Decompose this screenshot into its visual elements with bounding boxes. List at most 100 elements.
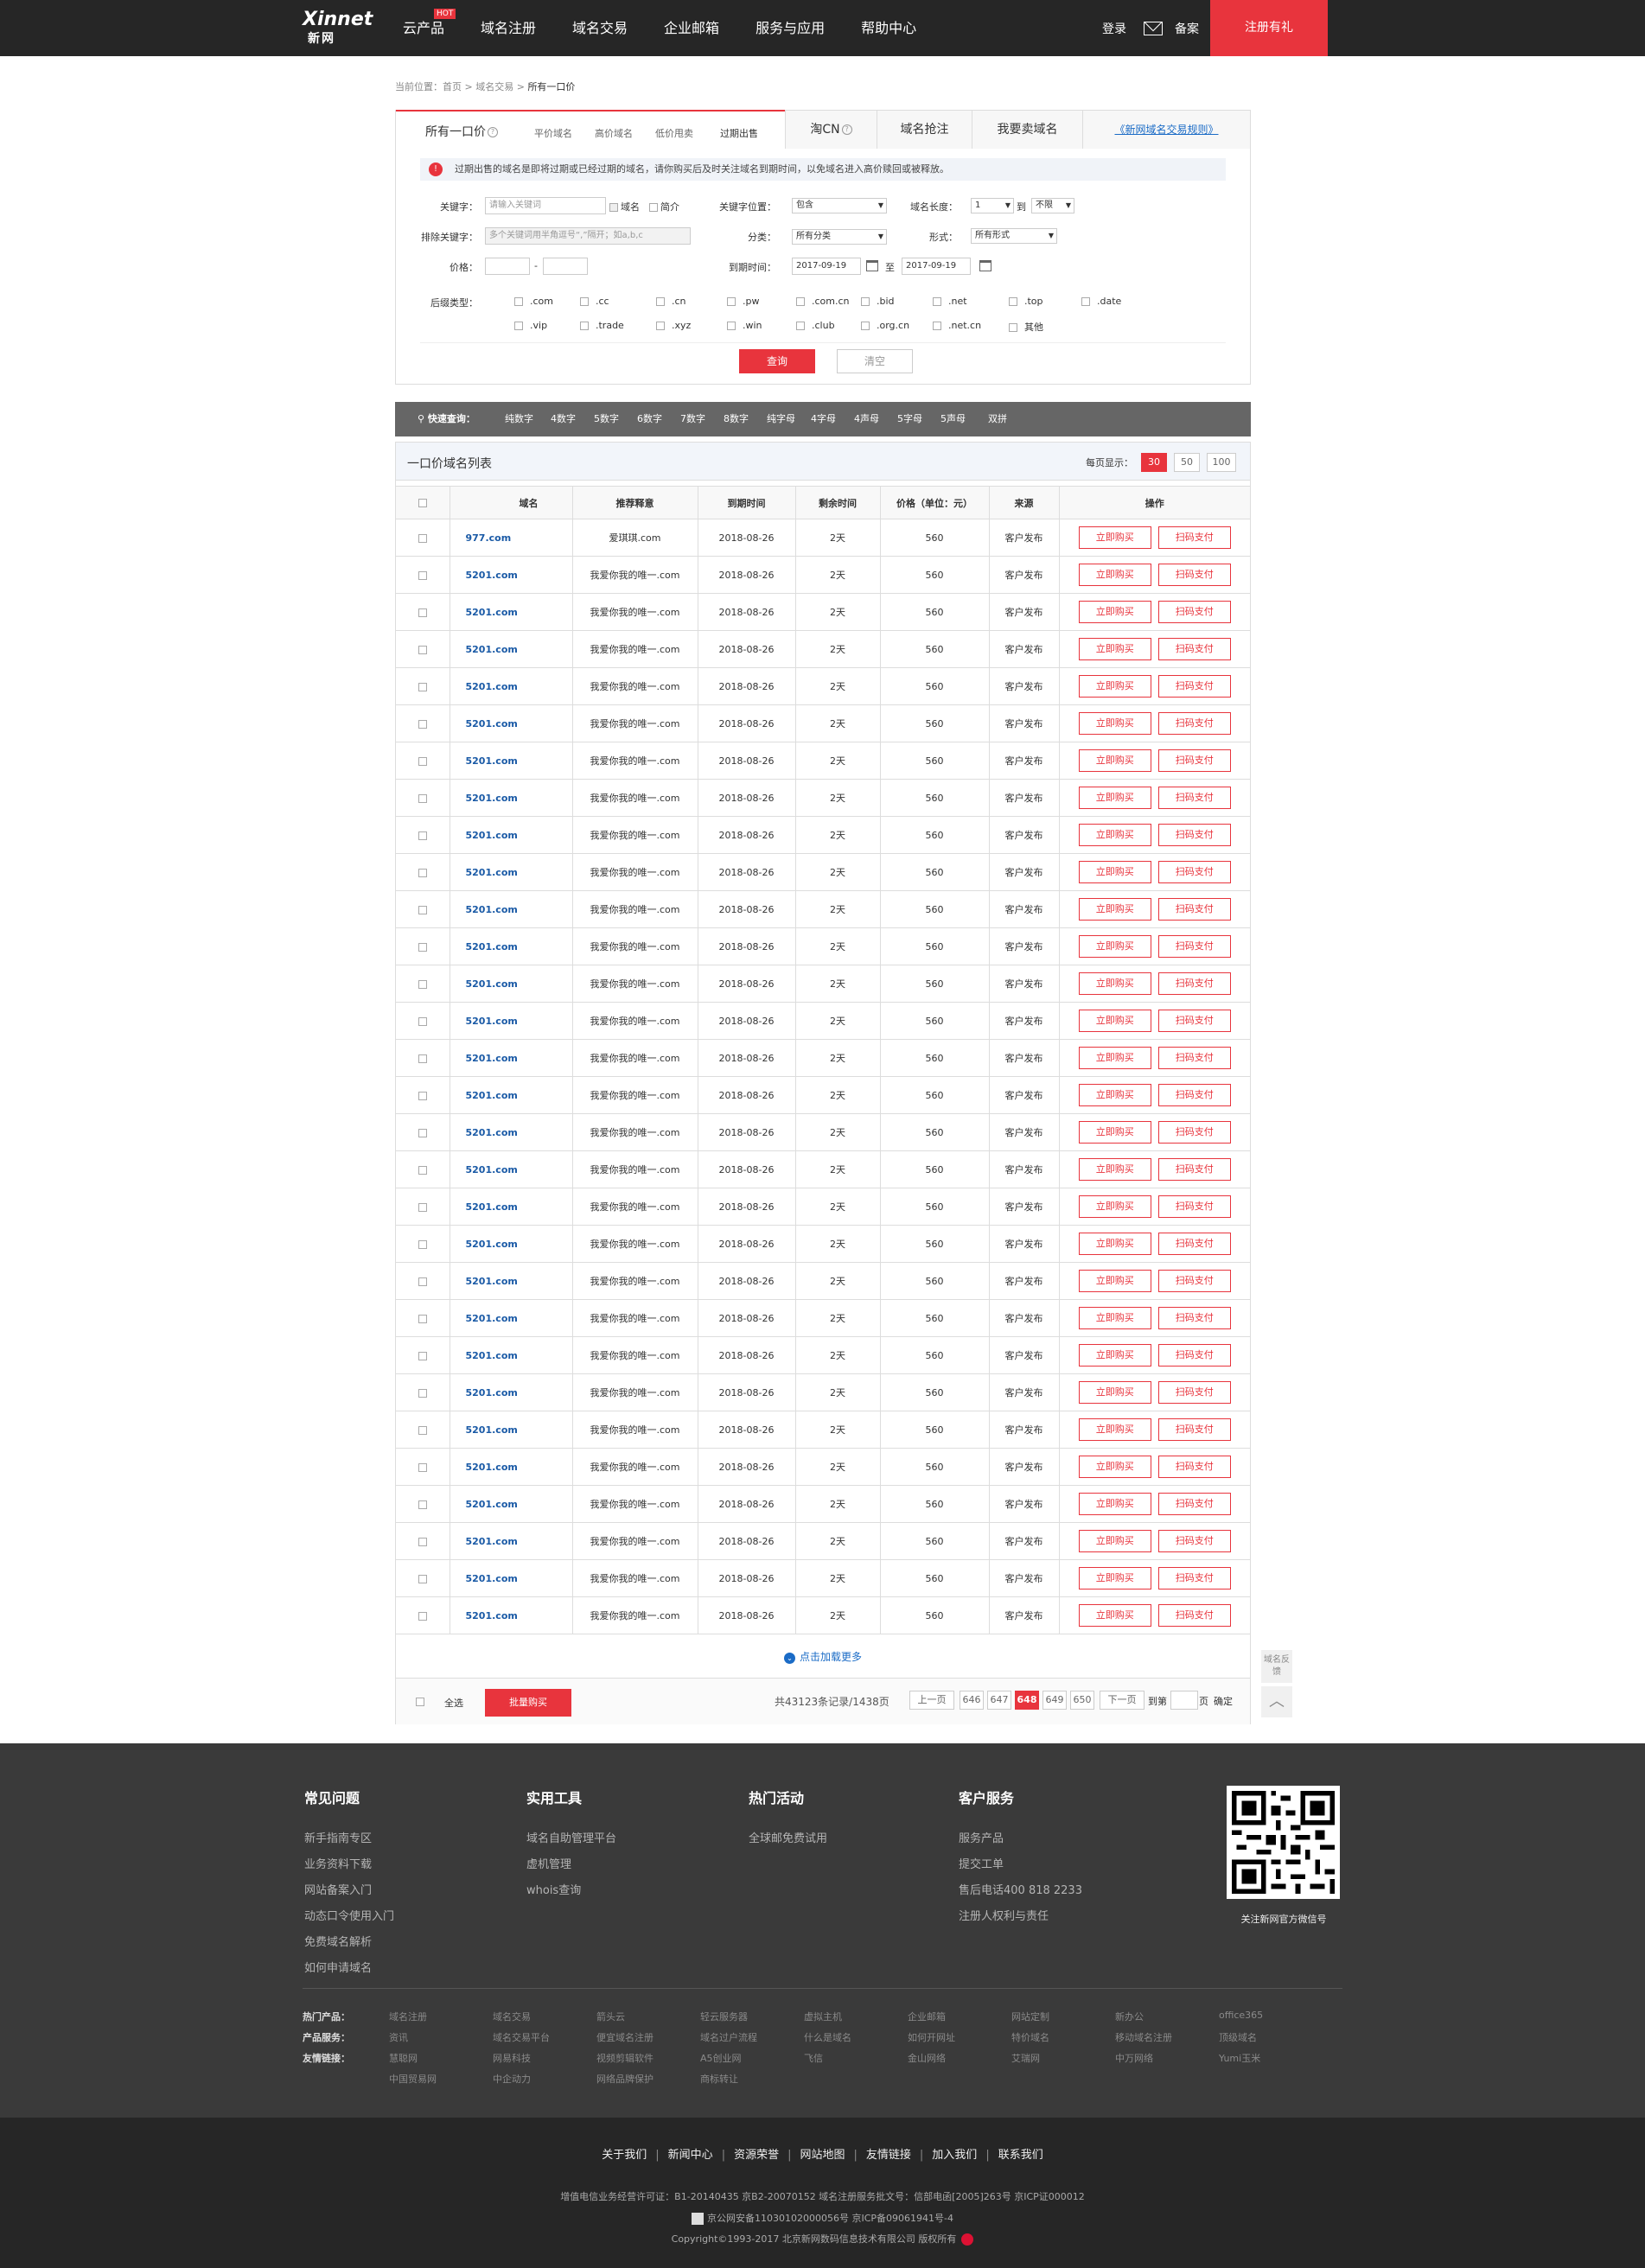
domain-name[interactable]: 5201.com [450,1411,573,1449]
quick-item[interactable]: 纯数字 [505,402,533,436]
breadcrumb-home[interactable]: 首页 [443,81,462,92]
chk-domain[interactable]: 域名 [609,200,640,213]
scan-pay-button[interactable]: 扫码支付 [1157,675,1231,698]
scan-pay-button[interactable]: 扫码支付 [1157,1604,1231,1627]
footer-small-link[interactable]: office365 [1219,2010,1263,2021]
domain-name[interactable]: 5201.com [450,1596,573,1634]
row-checkbox[interactable] [396,593,450,631]
buy-now-button[interactable]: 立即购买 [1078,638,1151,660]
date-from-input[interactable]: 2017-09-19 [792,258,861,275]
feedback-button[interactable]: 域名反馈 [1261,1650,1292,1683]
row-checkbox[interactable] [396,556,450,594]
footer-link[interactable]: 售后电话400 818 2233 [959,1881,1082,1897]
scan-pay-button[interactable]: 扫码支付 [1157,1195,1231,1218]
footer-small-link[interactable]: 特价域名 [1011,2030,1049,2044]
scan-pay-button[interactable]: 扫码支付 [1157,972,1231,995]
footer-small-link[interactable]: 网易科技 [493,2051,531,2065]
domain-name[interactable]: 5201.com [450,742,573,780]
suffix-checkbox[interactable]: .org.cn [861,320,909,331]
footer-nav-links[interactable]: 友情链接 [866,2149,911,2162]
length-from-select[interactable]: 1 [971,198,1014,213]
quick-item[interactable]: 6数字 [637,402,662,436]
buy-now-button[interactable]: 立即购买 [1078,1084,1151,1106]
select-all-header[interactable] [396,486,450,519]
buy-now-button[interactable]: 立即购买 [1078,1010,1151,1032]
breadcrumb-trade[interactable]: 域名交易 [475,81,513,92]
scan-pay-button[interactable]: 扫码支付 [1157,564,1231,586]
buy-now-button[interactable]: 立即购买 [1078,935,1151,958]
logo[interactable]: Xinnet 新网 [303,10,373,47]
footer-small-link[interactable]: 慧聪网 [389,2051,418,2065]
footer-nav-join[interactable]: 加入我们 [932,2149,977,2162]
scan-pay-button[interactable]: 扫码支付 [1157,1121,1231,1144]
quick-item[interactable]: 纯字母 [767,402,795,436]
suffix-checkbox[interactable]: .net.cn [933,320,981,331]
buy-now-button[interactable]: 立即购买 [1078,675,1151,698]
domain-name[interactable]: 5201.com [450,1113,573,1151]
buy-now-button[interactable]: 立即购买 [1078,1195,1151,1218]
row-checkbox[interactable] [396,1039,450,1077]
mail-icon[interactable] [1144,21,1163,35]
footer-small-link[interactable]: 域名交易 [493,2010,531,2023]
footer-link[interactable]: 新手指南专区 [304,1829,372,1845]
footer-link[interactable]: 域名自助管理平台 [526,1829,616,1845]
buy-now-button[interactable]: 立即购买 [1078,1418,1151,1441]
footer-link[interactable]: 业务资料下载 [304,1855,372,1871]
buy-now-button[interactable]: 立即购买 [1078,861,1151,883]
row-checkbox[interactable] [396,965,450,1003]
row-checkbox[interactable] [396,1485,450,1523]
suffix-checkbox[interactable]: .date [1081,296,1121,307]
footer-small-link[interactable]: 域名过户流程 [700,2030,757,2044]
footer-small-link[interactable]: 轻云服务器 [700,2010,748,2023]
scan-pay-button[interactable]: 扫码支付 [1157,1010,1231,1032]
trade-rules-link[interactable]: 《新网域名交易规则》 [1082,111,1250,149]
scan-pay-button[interactable]: 扫码支付 [1157,787,1231,809]
page-link[interactable]: 649 [1042,1691,1067,1710]
scan-pay-button[interactable]: 扫码支付 [1157,526,1231,549]
footer-link[interactable]: 动态口令使用入门 [304,1907,394,1923]
buy-now-button[interactable]: 立即购买 [1078,898,1151,921]
domain-name[interactable]: 5201.com [450,1522,573,1560]
quick-item[interactable]: 4声母 [854,402,879,436]
row-checkbox[interactable] [396,1559,450,1597]
domain-name[interactable]: 5201.com [450,1485,573,1523]
domain-name[interactable]: 5201.com [450,1559,573,1597]
footer-small-link[interactable]: 便宜域名注册 [596,2030,654,2044]
buy-now-button[interactable]: 立即购买 [1078,824,1151,846]
keyword-input[interactable]: 请输入关键词 [485,197,606,214]
subtab-expired[interactable]: 过期出售 [720,126,758,140]
query-button[interactable]: 查询 [739,349,815,373]
subtab-high[interactable]: 高价域名 [595,126,633,140]
footer-link[interactable]: 提交工单 [959,1855,1004,1871]
footer-link[interactable]: whois查询 [526,1881,581,1897]
scan-pay-button[interactable]: 扫码支付 [1157,1381,1231,1404]
row-checkbox[interactable] [396,927,450,965]
tab-all-fixed-price[interactable]: 所有一口价? 平价域名 高价域名 低价甩卖 过期出售 [396,110,785,149]
domain-name[interactable]: 5201.com [450,1448,573,1486]
footer-nav-about[interactable]: 关于我们 [602,2149,647,2162]
buy-now-button[interactable]: 立即购买 [1078,787,1151,809]
scan-pay-button[interactable]: 扫码支付 [1157,712,1231,735]
domain-name[interactable]: 5201.com [450,1373,573,1411]
nav-domain-trade[interactable]: 域名交易 [572,0,628,56]
domain-name[interactable]: 5201.com [450,1336,573,1374]
subtab-low[interactable]: 低价甩卖 [655,126,693,140]
footer-small-link[interactable]: 金山网络 [908,2051,946,2065]
current-page[interactable]: 648 [1015,1691,1039,1710]
quick-item[interactable]: 4数字 [551,402,576,436]
price-max-input[interactable] [543,258,588,275]
buy-now-button[interactable]: 立即购买 [1078,1158,1151,1181]
quick-item[interactable]: 双拼 [988,402,1007,436]
scan-pay-button[interactable]: 扫码支付 [1157,935,1231,958]
footer-link[interactable]: 服务产品 [959,1829,1004,1845]
suffix-checkbox[interactable]: .cn [656,296,686,307]
scan-pay-button[interactable]: 扫码支付 [1157,1158,1231,1181]
suffix-checkbox[interactable]: .com.cn [796,296,850,307]
scan-pay-button[interactable]: 扫码支付 [1157,1567,1231,1590]
tab-sell-domain[interactable]: 我要卖域名 [972,111,1082,149]
footer-small-link[interactable]: 飞信 [804,2051,823,2065]
tab-taocn[interactable]: 淘CN? [785,111,877,149]
suffix-checkbox[interactable]: .club [796,320,835,331]
row-checkbox[interactable] [396,1076,450,1114]
domain-name[interactable]: 5201.com [450,816,573,854]
